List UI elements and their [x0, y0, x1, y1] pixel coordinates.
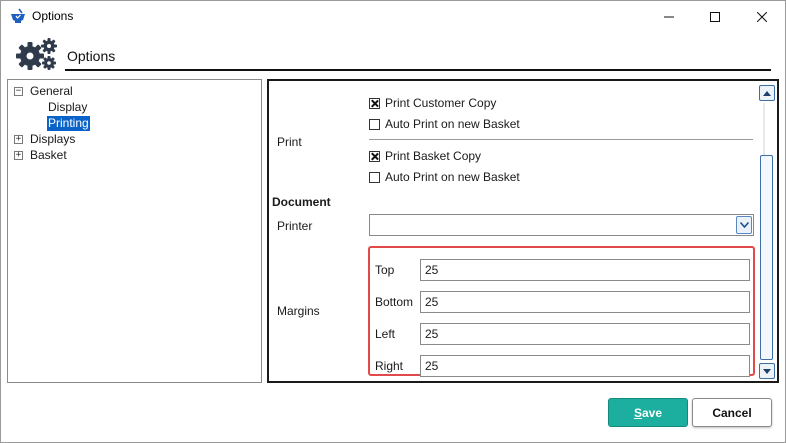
checkbox-label: Auto Print on new Basket: [385, 117, 520, 131]
checkbox-unchecked[interactable]: [369, 171, 380, 183]
vertical-scrollbar[interactable]: [759, 83, 775, 379]
margin-top-label: Top: [375, 263, 395, 277]
checkbox-label: Print Basket Copy: [385, 149, 482, 163]
arrow-down-icon: [763, 368, 771, 374]
title-bar[interactable]: Options: [1, 1, 785, 32]
margin-bottom-input[interactable]: 25: [420, 291, 750, 313]
margin-right-label: Right: [375, 359, 404, 373]
save-button[interactable]: Save: [608, 398, 688, 427]
close-button[interactable]: [739, 1, 785, 32]
tree-item-label: Basket: [30, 148, 67, 162]
options-window: Options Options − General Display Printi…: [0, 0, 786, 443]
tree-item-label: Display: [48, 100, 88, 114]
chevron-down-icon[interactable]: [736, 216, 752, 234]
auto-print-customer-checkbox[interactable]: Auto Print on new Basket: [369, 117, 520, 131]
margin-top-input[interactable]: 25: [420, 259, 750, 281]
header-title: Options: [67, 48, 116, 64]
tree-item-label: Displays: [30, 132, 76, 146]
printer-select[interactable]: [369, 214, 754, 236]
arrow-up-icon: [763, 90, 771, 96]
cancel-button[interactable]: Cancel: [692, 398, 772, 427]
maximize-button[interactable]: [692, 1, 738, 32]
header-divider: [65, 69, 771, 71]
document-heading: Document: [272, 195, 331, 209]
print-label: Print: [277, 135, 302, 149]
margin-bottom-label: Bottom: [375, 295, 414, 309]
margin-right-input[interactable]: 25: [420, 355, 750, 377]
tree-item-label: General: [30, 84, 73, 98]
margin-left-input[interactable]: 25: [420, 323, 750, 345]
expand-icon[interactable]: +: [14, 135, 23, 144]
tree-item-label: Printing: [47, 116, 90, 131]
scroll-up-button[interactable]: [759, 85, 775, 101]
minimize-icon: [664, 16, 674, 17]
save-label-mnemonic: S: [633, 405, 642, 420]
margin-left-label: Left: [375, 327, 396, 341]
print-basket-copy-checkbox[interactable]: Print Basket Copy: [369, 149, 481, 163]
save-label-rest: ave: [641, 405, 663, 420]
maximize-icon: [710, 11, 720, 22]
print-divider: [369, 139, 753, 140]
margins-group: Top 25 Bottom 25 Left 25 Right 25: [368, 246, 755, 377]
checkbox-checked[interactable]: [369, 150, 380, 162]
checkbox-checked[interactable]: [369, 97, 380, 109]
minimize-button[interactable]: [646, 1, 692, 32]
checkbox-label: Auto Print on new Basket: [385, 170, 520, 184]
scroll-down-button[interactable]: [759, 363, 775, 379]
margins-label: Margins: [277, 304, 320, 318]
scroll-thumb[interactable]: [760, 155, 773, 360]
window-title: Options: [32, 9, 74, 23]
app-mortar-icon: [11, 8, 25, 23]
checkbox-unchecked[interactable]: [369, 118, 380, 130]
checkbox-label: Print Customer Copy: [385, 96, 497, 110]
settings-panel[interactable]: Print Customer Copy Auto Print on new Ba…: [267, 79, 779, 383]
expand-icon[interactable]: +: [14, 151, 23, 160]
gears-icon: [16, 38, 57, 70]
printer-label: Printer: [277, 219, 313, 233]
options-tree[interactable]: − General Display Printing + Displays + …: [7, 79, 262, 383]
auto-print-basket-checkbox[interactable]: Auto Print on new Basket: [369, 170, 520, 184]
collapse-icon[interactable]: −: [14, 87, 23, 96]
close-icon: [757, 11, 767, 22]
print-customer-copy-checkbox[interactable]: Print Customer Copy: [369, 96, 496, 110]
